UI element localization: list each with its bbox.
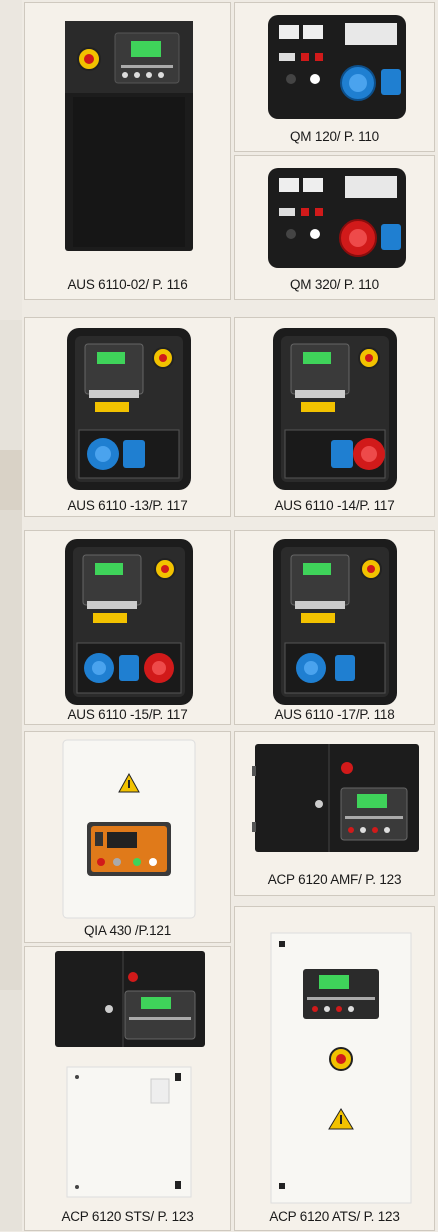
product-card-acp-6120-sts[interactable]: ACP 6120 STS/ P. 123 <box>24 946 231 1231</box>
product-card-aus-6110-15[interactable]: AUS 6110 -15/P. 117 <box>24 530 231 725</box>
caption-aus-6110-13: AUS 6110 -13/P. 117 <box>67 498 188 513</box>
acp-6120-ats-illustration <box>270 932 412 1204</box>
caption-qia-430: QIA 430 /P.121 <box>83 923 172 938</box>
caption-aus-6110-17: AUS 6110 -17/P. 118 <box>274 707 395 722</box>
caption-qm-320: QM 320/ P. 110 <box>289 277 379 292</box>
caption-aus-6110-14: AUS 6110 -14/P. 117 <box>274 498 395 513</box>
caption-acp-6120-amf: ACP 6120 AMF/ P. 123 <box>267 872 402 887</box>
side-strip <box>0 0 22 1231</box>
caption-acp-6120-ats: ACP 6120 ATS/ P. 123 <box>269 1209 400 1224</box>
product-card-qia-430[interactable]: QIA 430 /P.121 <box>24 731 231 943</box>
aus-6110-17-illustration <box>273 539 397 705</box>
product-card-aus-6110-13[interactable]: AUS 6110 -13/P. 117 <box>24 317 231 517</box>
acp-6120-sts-illustration <box>55 951 205 1198</box>
aus-6110-14-illustration <box>273 328 397 490</box>
caption-acp-6120-sts: ACP 6120 STS/ P. 123 <box>61 1209 194 1224</box>
product-card-aus-6110-14[interactable]: AUS 6110 -14/P. 117 <box>234 317 435 517</box>
product-card-qm-120[interactable]: QM 120/ P. 110 <box>234 2 435 152</box>
caption-aus-6110-15: AUS 6110 -15/P. 117 <box>67 707 188 722</box>
product-card-aus-6110-02[interactable]: AUS 6110-02/ P. 116 <box>24 2 231 300</box>
aus-6110-15-illustration <box>65 539 193 705</box>
product-card-qm-320[interactable]: QM 320/ P. 110 <box>234 155 435 300</box>
product-card-acp-6120-ats[interactable]: ACP 6120 ATS/ P. 123 <box>234 906 435 1231</box>
product-card-aus-6110-17[interactable]: AUS 6110 -17/P. 118 <box>234 530 435 725</box>
product-card-acp-6120-amf[interactable]: ACP 6120 AMF/ P. 123 <box>234 731 435 896</box>
caption-qm-120: QM 120/ P. 110 <box>289 129 379 144</box>
aus-6110-13-illustration <box>67 328 191 490</box>
aus-6110-02-illustration <box>65 21 193 251</box>
caption-aus-6110-02: AUS 6110-02/ P. 116 <box>67 277 188 292</box>
qia-430-illustration <box>62 739 196 919</box>
